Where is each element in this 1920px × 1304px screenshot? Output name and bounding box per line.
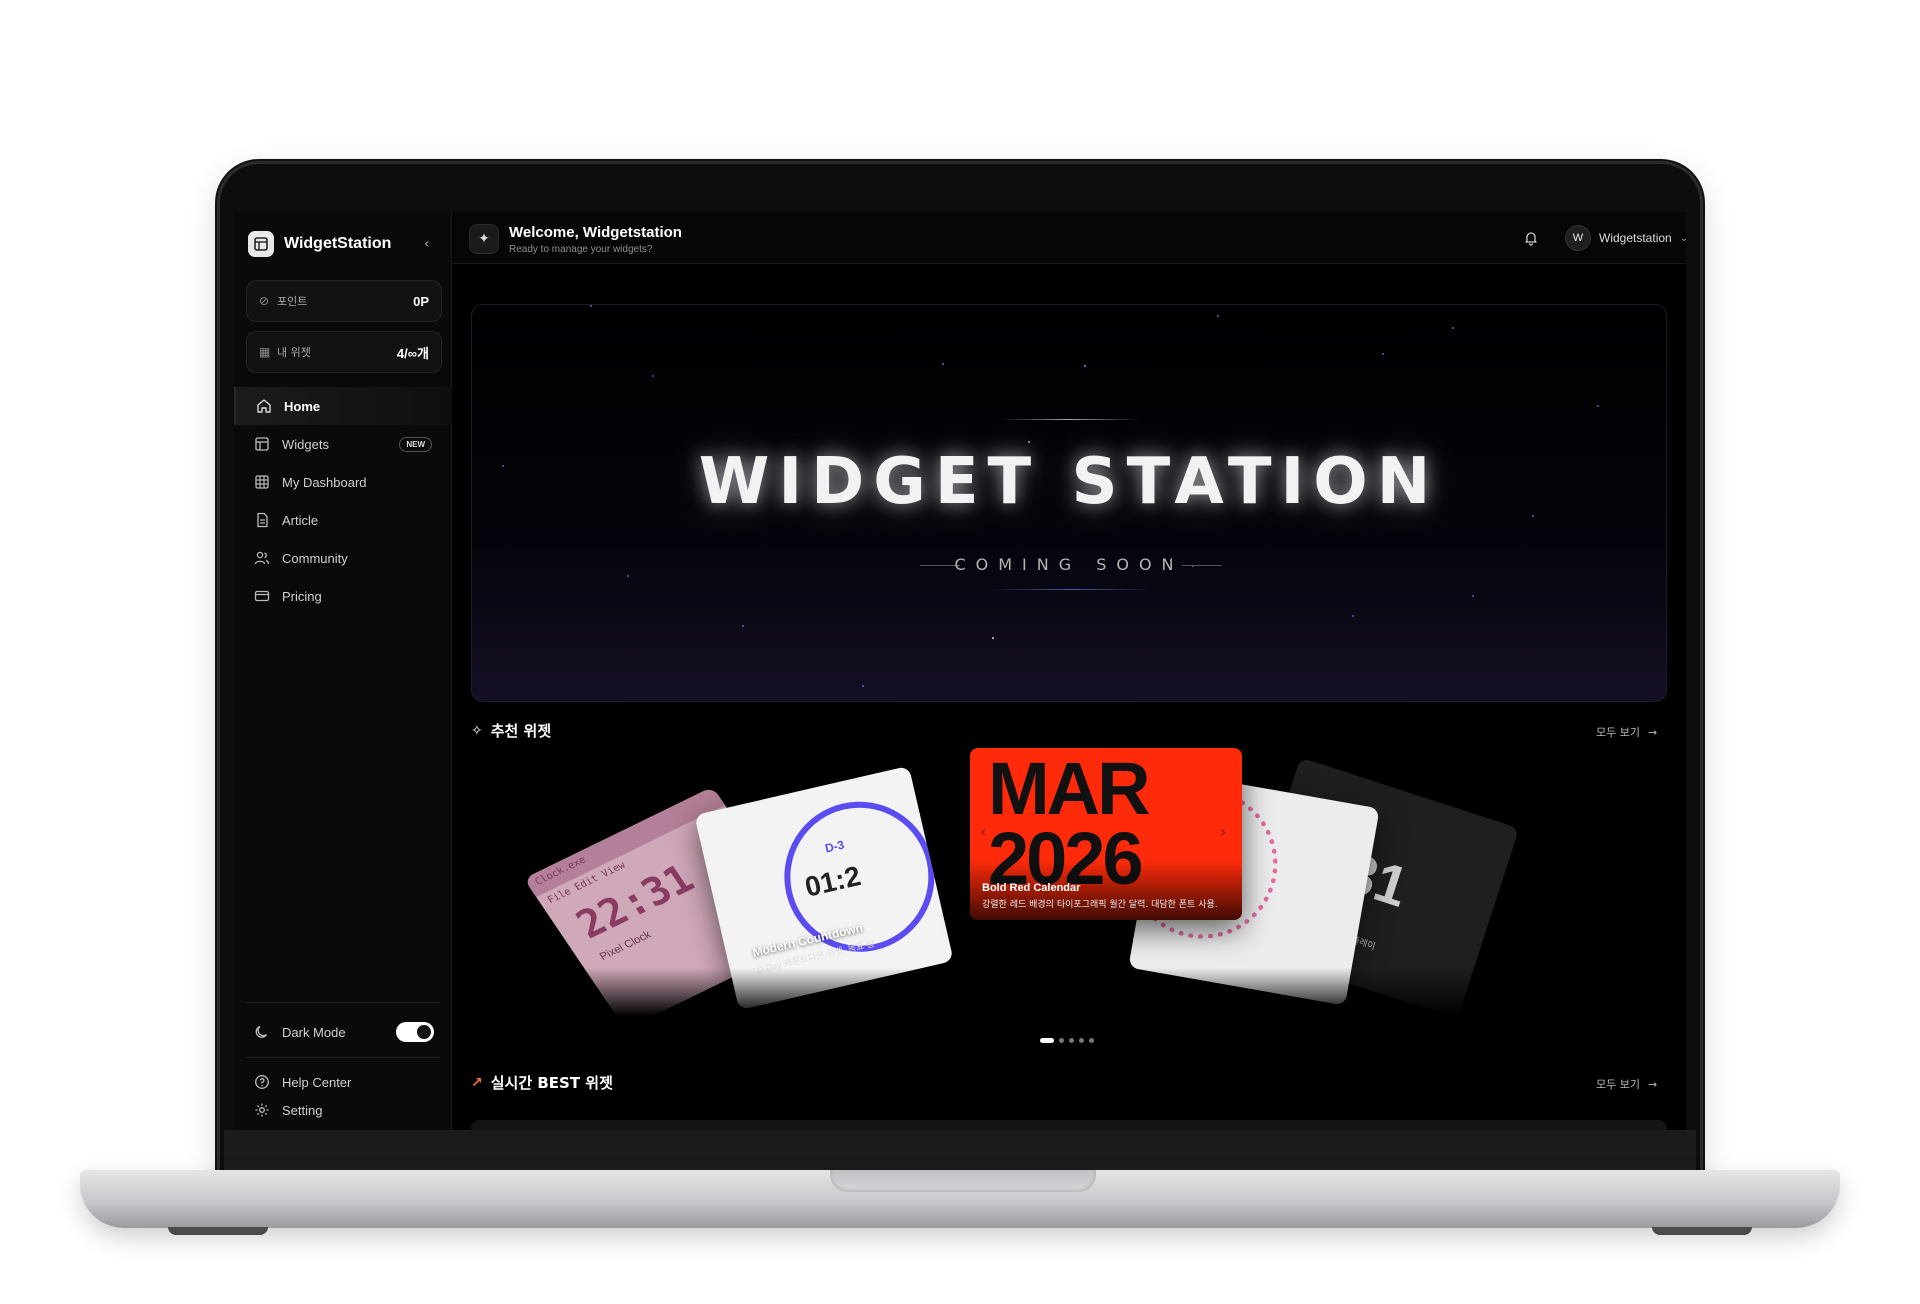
hero-banner: WIDGET STATION COMING SOON (471, 304, 1667, 702)
widget-carousel: Clock.exe File Edit View 22:31 Pixel Clo… (523, 748, 1574, 1030)
sidebar-item-label: Article (282, 512, 319, 528)
best-widgets-list (471, 1120, 1667, 1130)
card-desc: 강렬한 레드 배경의 타이포그래픽 월간 달력. 대담한 폰트 사용. (982, 900, 1218, 910)
sidebar-item-label: Community (282, 550, 348, 566)
recommended-title: 추천 위젯 (490, 722, 552, 740)
hero-top-line (1000, 419, 1140, 420)
pager-dot[interactable] (1059, 1038, 1064, 1043)
sparkles-icon: ✧ (471, 722, 483, 739)
pager-dot[interactable] (1079, 1038, 1084, 1043)
welcome-subtitle: Ready to manage your widgets? (509, 244, 653, 255)
brand-name: WidgetStation (284, 235, 392, 252)
trending-up-icon: ↗ (471, 1074, 483, 1091)
widget-card-bold-red-calendar[interactable]: MAR 2026 ‹ › Bold Red Calendar 강렬한 레드 배경… (970, 748, 1242, 920)
pager-dot[interactable] (1089, 1038, 1094, 1043)
layout-icon (255, 437, 269, 451)
sidebar-nav: Home Widgets NEW My Dashboard Article Co… (234, 387, 452, 615)
dark-mode-label: Dark Mode (282, 1024, 346, 1040)
carousel-fade (564, 968, 1574, 1028)
grid-icon: ▦ (259, 345, 271, 359)
points-label: 포인트 (277, 295, 308, 308)
dark-mode-row: Dark Mode (254, 1017, 434, 1047)
laptop-foot-left (168, 1227, 268, 1235)
sidebar-item-my-dashboard[interactable]: My Dashboard (234, 463, 452, 501)
sidebar-item-help-center[interactable]: Help Center (254, 1070, 351, 1094)
coins-icon: ⊘ (259, 294, 270, 308)
credit-card-icon (254, 590, 270, 602)
pager-dot[interactable] (1040, 1038, 1054, 1043)
sidebar-item-home[interactable]: Home (234, 387, 452, 425)
best-title: 실시간 BEST 위젯 (490, 1074, 613, 1092)
table-icon (255, 475, 269, 489)
hero-title: WIDGET STATION (698, 445, 1440, 519)
card-month: MAR (988, 748, 1151, 830)
recommended-view-all-link[interactable]: 모두 보기 → (1596, 724, 1657, 740)
sparkles-icon: ✦ (469, 224, 499, 254)
app-screen: WidgetStation ‹ ⊘ 포인트 0P ▦ 내 위젯 4/∞개 Hom… (234, 212, 1686, 1130)
home-icon (257, 399, 271, 413)
sidebar-item-article[interactable]: Article (234, 501, 452, 539)
sidebar-item-pricing[interactable]: Pricing (234, 577, 452, 615)
hero-bottom-line (992, 589, 1152, 590)
view-all-label: 모두 보기 (1596, 726, 1640, 739)
gear-icon (255, 1103, 269, 1117)
arrow-right-icon: → (1647, 725, 1658, 739)
users-icon (254, 551, 270, 565)
widget-logo-icon (248, 231, 274, 257)
user-menu[interactable]: W Widgetstation ⌄ (1565, 224, 1686, 252)
laptop-foot-right (1652, 1227, 1752, 1235)
carousel-pagination (1040, 1038, 1094, 1043)
sidebar-item-label: Pricing (282, 588, 322, 604)
points-stat[interactable]: ⊘ 포인트 0P (246, 280, 442, 322)
sidebar-item-label: My Dashboard (282, 474, 367, 490)
sidebar: WidgetStation ‹ ⊘ 포인트 0P ▦ 내 위젯 4/∞개 Hom… (234, 212, 452, 1130)
my-widgets-stat[interactable]: ▦ 내 위젯 4/∞개 (246, 331, 442, 373)
top-header: ✦ Welcome, Widgetstation Ready to manage… (453, 212, 1686, 264)
bell-icon[interactable] (1523, 230, 1539, 246)
pager-dot[interactable] (1069, 1038, 1074, 1043)
brand[interactable]: WidgetStation (248, 222, 391, 266)
chevron-left-icon[interactable]: ‹ (980, 822, 986, 841)
points-value: 0P (413, 293, 429, 309)
sidebar-item-community[interactable]: Community (234, 539, 452, 577)
card-name: Bold Red Calendar (982, 882, 1081, 894)
collapse-sidebar-icon[interactable]: ‹ (424, 236, 430, 252)
help-center-label: Help Center (282, 1074, 352, 1090)
setting-label: Setting (282, 1102, 323, 1118)
avatar: W (1565, 225, 1591, 251)
laptop-chin (224, 1130, 1696, 1170)
sidebar-item-label: Home (284, 398, 321, 414)
my-widgets-label: 내 위젯 (277, 346, 311, 359)
recommended-section-title: ✧ 추천 위젯 (471, 720, 551, 741)
arrow-right-icon: → (1647, 1077, 1658, 1091)
moon-icon (255, 1025, 268, 1038)
my-widgets-value: 4/∞개 (396, 345, 429, 361)
sidebar-item-label: Widgets (282, 436, 329, 452)
best-view-all-link[interactable]: 모두 보기 → (1596, 1076, 1657, 1092)
chevron-right-icon[interactable]: › (1220, 822, 1226, 841)
hero-subtitle: COMING SOON (954, 555, 1184, 574)
sidebar-divider (246, 1002, 440, 1003)
dark-mode-toggle[interactable] (396, 1022, 434, 1042)
view-all-label: 모두 보기 (1596, 1078, 1640, 1091)
sidebar-divider (246, 1057, 440, 1058)
help-circle-icon (255, 1075, 269, 1089)
hero-dash-right (1182, 565, 1222, 566)
user-name: Widgetstation (1599, 231, 1672, 245)
laptop-notch (830, 1170, 1096, 1192)
sidebar-item-widgets[interactable]: Widgets NEW (234, 425, 452, 463)
best-section-title: ↗ 실시간 BEST 위젯 (471, 1072, 613, 1093)
new-badge: NEW (399, 436, 432, 452)
sidebar-item-setting[interactable]: Setting (254, 1098, 322, 1122)
chevron-down-icon: ⌄ (1679, 232, 1686, 244)
welcome-title: Welcome, Widgetstation (509, 224, 682, 241)
document-icon (257, 512, 268, 528)
